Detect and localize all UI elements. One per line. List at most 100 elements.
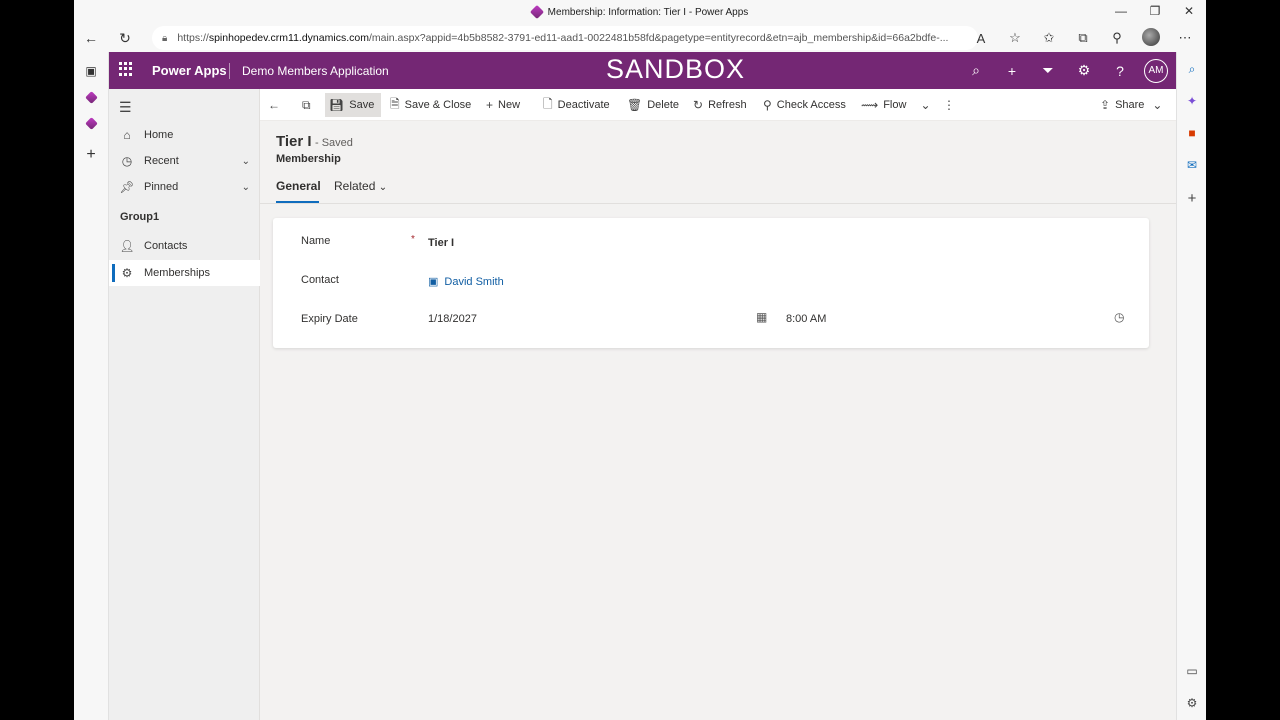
new-record-icon[interactable]: +: [994, 63, 1030, 79]
copilot-icon[interactable]: ✦: [1184, 94, 1200, 110]
app-name[interactable]: Demo Members Application: [242, 64, 389, 78]
lock-icon: 🔒︎: [162, 32, 168, 44]
required-indicator: *: [411, 234, 415, 245]
window-controls: — ❐ ✕: [1104, 0, 1206, 24]
home-icon: ⌂: [123, 128, 131, 142]
back-button[interactable]: ←: [264, 93, 289, 117]
refresh-button[interactable]: ↻ Refresh: [689, 93, 751, 117]
check-access-button[interactable]: ⚲ Check Access: [759, 93, 850, 117]
help-icon[interactable]: ?: [1102, 63, 1138, 79]
extensions-icon[interactable]: ⚲: [1102, 30, 1132, 46]
person-icon: 👤︎: [119, 239, 135, 253]
search-icon[interactable]: ⌕: [958, 62, 994, 79]
puzzle-icon: ⚙: [121, 266, 133, 280]
window-title-bar: Membership: Information: Tier I - Power …: [74, 0, 1206, 24]
save-close-icon: 🗎︎: [390, 96, 400, 111]
form-section: Name * Tier I Contact ▣ David Smith Expi…: [273, 218, 1149, 348]
chevron-down-icon: ⌄: [1152, 98, 1163, 112]
key-search-icon: ⚲: [763, 98, 772, 112]
browser-toolbar-icons: A ☆ ✩ ⧉ ⚲ ⋯: [966, 24, 1200, 52]
tab-related-label: Related: [334, 179, 376, 193]
browser-window: Membership: Information: Tier I - Power …: [74, 0, 1206, 720]
settings-icon[interactable]: ⚙: [1066, 62, 1102, 79]
name-label: Name: [301, 235, 331, 247]
clock-icon[interactable]: ◷: [1114, 310, 1124, 324]
calendar-icon[interactable]: ▦: [756, 310, 767, 324]
more-commands-button[interactable]: ⋮: [939, 93, 964, 117]
tab-power-apps-icon[interactable]: [83, 90, 99, 106]
share-button[interactable]: ⇪ Share ⌄: [1096, 93, 1171, 117]
chevron-down-icon: ⌄: [378, 182, 388, 193]
more-vertical-icon: ⋮: [943, 98, 955, 112]
nav-item-label: Pinned: [144, 181, 179, 193]
address-bar[interactable]: 🔒︎ https://spinhopedev.crm11.dynamics.co…: [152, 26, 978, 50]
open-in-new-window-icon: ⧉: [302, 97, 311, 112]
app-brand[interactable]: Power Apps: [152, 63, 227, 78]
nav-item-home[interactable]: ⌂ Home: [109, 122, 260, 148]
restore-icon[interactable]: ❐: [1138, 0, 1172, 24]
back-icon[interactable]: ←: [74, 30, 108, 46]
filter-icon[interactable]: ⏷: [1030, 62, 1066, 79]
chevron-down-icon[interactable]: ⌄: [242, 182, 250, 193]
save-label: Save: [349, 99, 375, 111]
tabs-divider: [260, 203, 1176, 204]
nav-group-label: Group1: [120, 211, 160, 223]
reload-icon[interactable]: ↻: [108, 30, 142, 47]
tab-actions-icon[interactable]: ▣: [83, 64, 99, 80]
office-icon[interactable]: ■: [1184, 126, 1200, 142]
search-sidebar-icon[interactable]: ⌕: [1184, 62, 1200, 78]
more-options-icon[interactable]: ⋯: [1170, 30, 1200, 46]
outlook-icon[interactable]: ✉: [1184, 158, 1200, 174]
read-aloud-icon[interactable]: A: [966, 31, 996, 46]
delete-button[interactable]: 🗑︎ Delete: [623, 93, 683, 117]
expiry-date-field[interactable]: 1/18/2027: [428, 313, 477, 325]
contact-value[interactable]: David Smith: [444, 276, 503, 288]
window-title: Membership: Information: Tier I - Power …: [547, 6, 749, 18]
pin-icon: 📌︎: [119, 180, 135, 194]
contact-lookup[interactable]: ▣ David Smith: [428, 275, 504, 289]
flow-label: Flow: [883, 99, 907, 111]
favorites-icon[interactable]: ✩: [1034, 30, 1064, 46]
tab-related[interactable]: Related ⌄: [334, 179, 387, 193]
nav-item-pinned[interactable]: 📌︎ Pinned ⌄: [109, 174, 260, 200]
flow-button[interactable]: ⟿ Flow ⌄: [857, 93, 940, 117]
sidebar-settings-icon[interactable]: ⚙: [1184, 696, 1200, 712]
nav-item-label: Memberships: [144, 267, 211, 279]
browser-sidebar: ⌕ ✦ ■ ✉ + ▭ ⚙: [1176, 52, 1206, 720]
save-status: - Saved: [315, 137, 353, 149]
tab-general[interactable]: General: [276, 179, 321, 193]
refresh-label: Refresh: [708, 99, 747, 111]
delete-label: Delete: [647, 99, 680, 111]
add-sidebar-app-icon[interactable]: +: [1184, 190, 1200, 207]
nav-item-label: Contacts: [144, 240, 188, 252]
share-icon: ⇪: [1100, 98, 1111, 112]
url-path: /main.aspx?appid=4b5b8582-3791-ed11-aad1…: [368, 32, 949, 44]
hamburger-icon[interactable]: ☰: [119, 99, 132, 116]
hide-sidebar-icon[interactable]: ▭: [1184, 664, 1200, 680]
chevron-down-icon: ⌄: [920, 98, 931, 112]
save-icon: 💾︎: [329, 98, 345, 112]
expiry-time-field[interactable]: 8:00 AM: [786, 313, 826, 325]
chevron-down-icon[interactable]: ⌄: [242, 156, 250, 167]
collections-icon[interactable]: ⧉: [1068, 30, 1098, 46]
name-field[interactable]: Tier I: [428, 237, 454, 249]
save-button[interactable]: 💾︎ Save: [325, 93, 381, 117]
deactivate-button[interactable]: 🗋︎ Deactivate: [539, 93, 614, 117]
contact-card-icon: ▣: [428, 276, 439, 288]
close-window-icon[interactable]: ✕: [1172, 0, 1206, 24]
new-button[interactable]: + New: [482, 93, 524, 117]
clock-icon: ◷: [121, 154, 133, 168]
tab-power-apps-2-icon[interactable]: [83, 116, 99, 132]
save-close-button[interactable]: 🗎︎ Save & Close: [386, 93, 475, 117]
profile-avatar[interactable]: [1136, 27, 1166, 49]
nav-item-recent[interactable]: ◷ Recent ⌄: [109, 148, 260, 174]
user-avatar[interactable]: AM: [1144, 58, 1168, 83]
browser-toolbar: ← ↻ 🔒︎ https://spinhopedev.crm11.dynamic…: [74, 24, 1206, 52]
nav-item-memberships[interactable]: ⚙ Memberships: [109, 260, 260, 286]
add-favorite-icon[interactable]: ☆: [1000, 30, 1030, 46]
new-tab-icon[interactable]: +: [83, 146, 99, 163]
open-new-window-button[interactable]: ⧉: [298, 93, 320, 117]
nav-item-contacts[interactable]: 👤︎ Contacts: [109, 233, 260, 259]
minimize-icon[interactable]: —: [1104, 0, 1138, 24]
app-launcher-icon[interactable]: [119, 62, 133, 76]
